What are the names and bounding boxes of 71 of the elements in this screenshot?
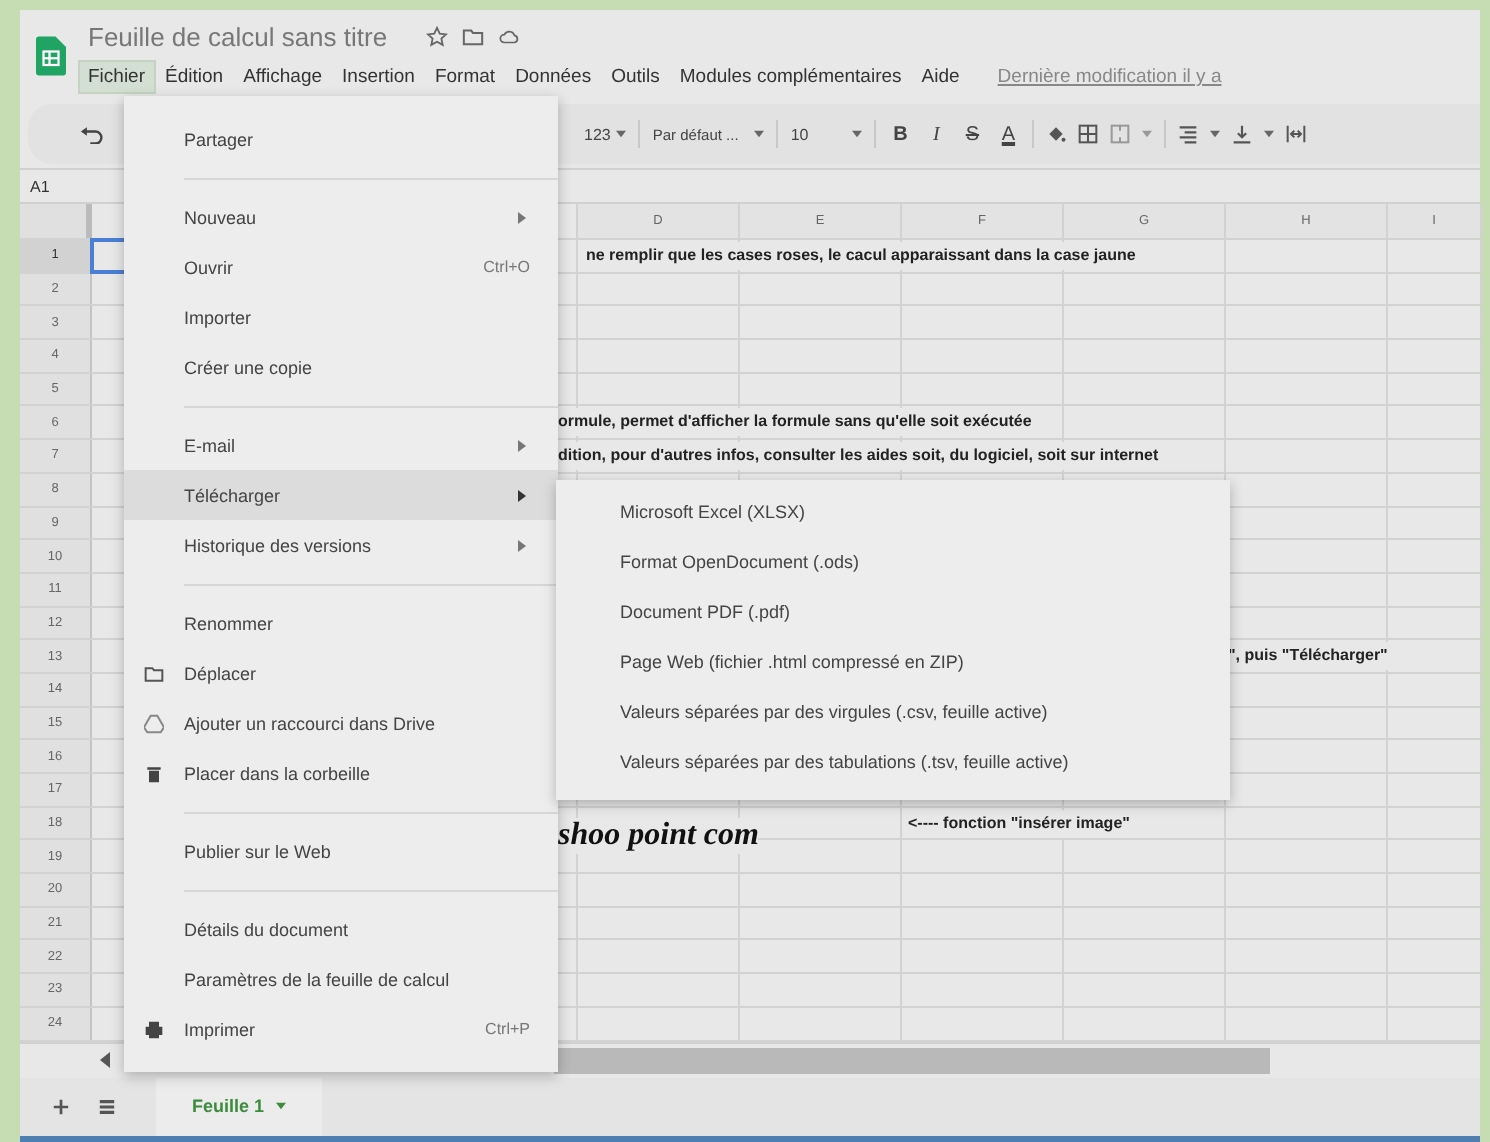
menu-tab[interactable]: Fichier: [78, 60, 156, 94]
merge-cells-icon[interactable]: [1110, 124, 1131, 144]
caret-icon[interactable]: [1264, 130, 1275, 138]
align-icon[interactable]: [1178, 124, 1199, 144]
number-format-button[interactable]: 123: [584, 125, 627, 143]
caret-icon: [616, 130, 627, 138]
menu-item[interactable]: Placer dans la corbeille: [124, 748, 558, 798]
menu-item[interactable]: Détails du document: [124, 904, 558, 954]
font-size-dropdown[interactable]: 10: [790, 125, 863, 143]
menu-item[interactable]: Ouvrir Ctrl+O: [124, 242, 558, 292]
menu-tab[interactable]: Affichage: [233, 60, 333, 94]
menu-item[interactable]: Importer: [124, 292, 558, 342]
cell-text: <---- fonction "insérer image": [908, 809, 1134, 838]
menu-item[interactable]: Télécharger: [124, 470, 558, 520]
corner-cell[interactable]: [20, 204, 92, 238]
undo-icon[interactable]: [80, 125, 104, 143]
scroll-left-icon[interactable]: [100, 1052, 110, 1068]
menu-item[interactable]: Nouveau: [124, 192, 558, 242]
menu-item[interactable]: Microsoft Excel (XLSX): [556, 486, 1230, 536]
scrollbar-thumb[interactable]: [554, 1047, 1270, 1073]
menu-item[interactable]: Renommer: [124, 598, 558, 648]
menu-tab[interactable]: Outils: [601, 60, 670, 94]
menu-tab[interactable]: Aide: [911, 60, 970, 94]
drive-icon: [144, 713, 164, 733]
menu-item[interactable]: E-mail: [124, 420, 558, 470]
name-box[interactable]: A1: [30, 177, 50, 195]
cell-text: ormule, permet d'afficher la formule sans qu'elle soit exécutée: [558, 408, 1036, 437]
caret-icon[interactable]: [1210, 130, 1221, 138]
caret-icon: [852, 130, 863, 138]
menu-item[interactable]: Partager: [124, 114, 558, 164]
menu-item[interactable]: Publier sur le Web: [124, 826, 558, 876]
document-title[interactable]: Feuille de calcul sans titre: [88, 21, 388, 51]
menu-item[interactable]: Valeurs séparées par des tabulations (.tsv, feuille active): [556, 736, 1230, 786]
format-button[interactable]: A: [996, 123, 1021, 145]
menu-item[interactable]: Paramètres de la feuille de calcul: [124, 954, 558, 1004]
menu-item[interactable]: Document PDF (.pdf): [556, 586, 1230, 636]
menu-item[interactable]: Imprimer Ctrl+P: [124, 1004, 558, 1054]
sheet-tab[interactable]: Feuille 1: [156, 1077, 323, 1135]
menu-item[interactable]: Historique des versions: [124, 520, 558, 570]
folder-icon: [144, 663, 164, 683]
menu-item[interactable]: Valeurs séparées par des virgules (.csv, feuille active): [556, 686, 1230, 736]
menu-item[interactable]: Déplacer: [124, 648, 558, 698]
format-button[interactable]: I: [924, 123, 949, 145]
menu-item[interactable]: Format OpenDocument (.ods): [556, 536, 1230, 586]
text-wrap-icon[interactable]: [1286, 124, 1307, 144]
folder-icon[interactable]: [461, 25, 484, 47]
format-button[interactable]: S: [960, 123, 985, 145]
caret-icon: [754, 130, 765, 138]
menu-tab[interactable]: Édition: [155, 60, 234, 94]
spreadsheet-logo-icon[interactable]: [36, 36, 66, 76]
format-button[interactable]: B: [888, 123, 913, 145]
menu-tab[interactable]: Insertion: [332, 60, 425, 94]
cloud-icon[interactable]: [497, 25, 520, 47]
paint-bucket-icon[interactable]: [1046, 124, 1067, 144]
drawing-text: shoo point com: [558, 818, 759, 854]
star-icon[interactable]: [425, 25, 448, 47]
menu-tab[interactable]: Modules complémentaires: [669, 60, 912, 94]
borders-icon[interactable]: [1078, 124, 1099, 144]
menu-item[interactable]: Ajouter un raccourci dans Drive: [124, 698, 558, 748]
cell-text: ne remplir que les cases roses, le cacul apparaissant dans la case jaune: [586, 242, 1140, 270]
trash-icon: [144, 763, 164, 783]
sheet-list-icon[interactable]: [98, 1097, 116, 1115]
menu-item[interactable]: Page Web (fichier .html compressé en ZIP): [556, 636, 1230, 686]
menu-tab[interactable]: Données: [505, 60, 602, 94]
caret-icon: [276, 1102, 287, 1110]
menu-tab[interactable]: Format: [424, 60, 506, 94]
cell-text: dition, pour d'autres infos, consulter les aides soit, du logiciel, soit sur internet: [558, 442, 1163, 471]
vertical-align-icon[interactable]: [1232, 124, 1253, 144]
add-sheet-icon[interactable]: [52, 1097, 70, 1115]
menu-item[interactable]: Créer une copie: [124, 342, 558, 392]
printer-icon: [144, 1019, 164, 1039]
